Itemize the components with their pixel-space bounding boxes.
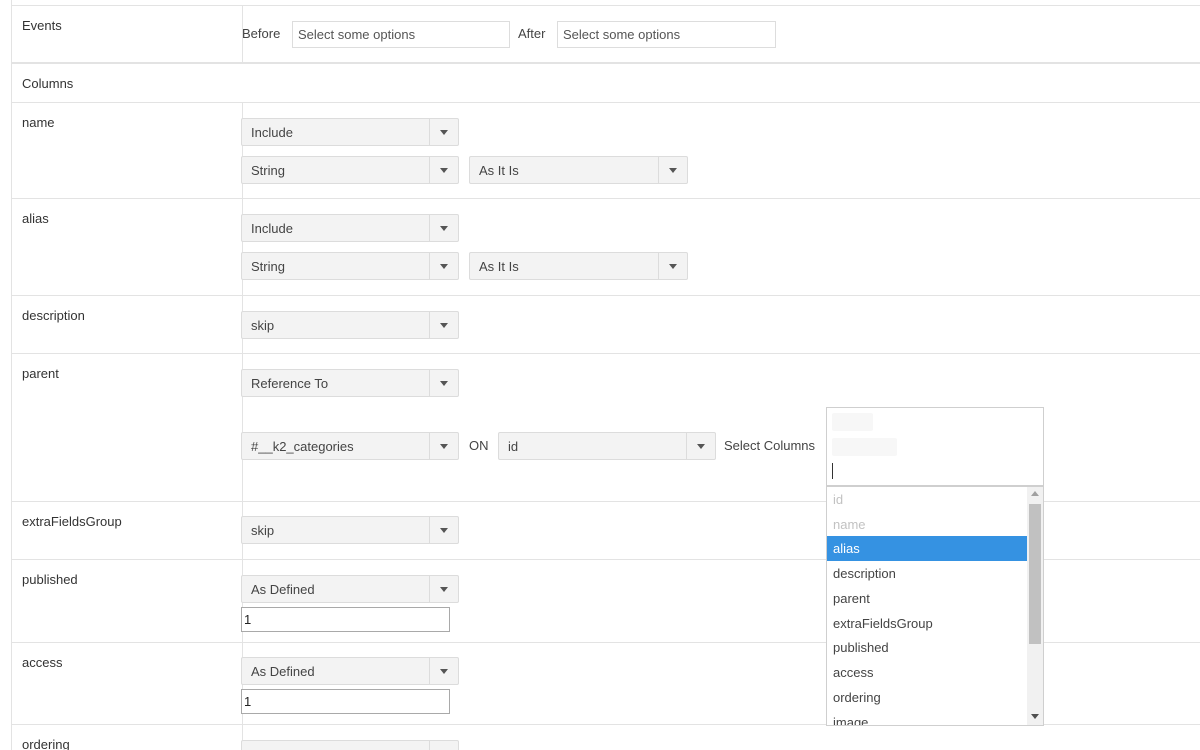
select-value: As It Is: [479, 259, 519, 274]
select-separator: [429, 215, 430, 241]
column-name-label: name: [22, 115, 55, 130]
column-description-label: description: [22, 308, 85, 323]
select-separator: [686, 433, 687, 459]
scroll-up-arrow-icon[interactable]: [1031, 491, 1039, 496]
select-value: String: [251, 259, 285, 274]
events-row: Events Before After: [12, 6, 1200, 64]
chevron-down-icon: [669, 168, 677, 173]
select-separator: [429, 119, 430, 145]
select-value: Include: [251, 221, 293, 236]
events-label: Events: [22, 18, 62, 33]
select-separator: [429, 370, 430, 396]
before-label: Before: [242, 26, 281, 41]
chevron-down-icon: [440, 444, 448, 449]
parent-mode-select[interactable]: Reference To: [241, 369, 459, 397]
access-default-input[interactable]: [241, 689, 450, 714]
select-separator: [429, 576, 430, 602]
select-columns-multiselect[interactable]: [826, 407, 1044, 486]
select-separator: [429, 312, 430, 338]
access-mode-select[interactable]: As Defined: [241, 657, 459, 685]
published-mode-select[interactable]: As Defined: [241, 575, 459, 603]
after-label: After: [518, 26, 546, 41]
parent-on-column-select[interactable]: id: [498, 432, 716, 460]
select-separator: [429, 741, 430, 750]
select-value: id: [508, 439, 519, 454]
select-separator: [429, 517, 430, 543]
select-separator: [429, 658, 430, 684]
name-transform-select[interactable]: As It Is: [469, 156, 688, 184]
column-ordering-label: ordering: [22, 737, 70, 750]
ordering-mode-select[interactable]: [241, 740, 459, 750]
chevron-down-icon: [669, 264, 677, 269]
column-row-ordering: ordering: [12, 725, 1200, 750]
select-separator: [429, 433, 430, 459]
alias-mode-select[interactable]: Include: [241, 214, 459, 242]
dropdown-option[interactable]: description: [827, 561, 1027, 586]
columns-heading-row: Columns: [12, 64, 1200, 103]
column-access-label: access: [22, 655, 63, 670]
description-mode-select[interactable]: skip: [241, 311, 459, 339]
before-events-input[interactable]: [292, 21, 510, 48]
dropdown-option[interactable]: published: [827, 635, 1027, 660]
chevron-down-icon: [440, 381, 448, 386]
chevron-down-icon: [440, 587, 448, 592]
select-value: Reference To: [251, 376, 329, 391]
select-value: skip: [251, 318, 275, 333]
name-type-select[interactable]: String: [241, 156, 459, 184]
on-label: ON: [469, 438, 489, 453]
select-value: String: [251, 163, 285, 178]
dropdown-option[interactable]: ordering: [827, 685, 1027, 710]
chevron-down-icon: [440, 226, 448, 231]
chevron-down-icon: [697, 444, 705, 449]
chevron-down-icon: [440, 323, 448, 328]
dropdown-option[interactable]: image: [827, 710, 1027, 725]
parent-table-select[interactable]: #__k2_categories: [241, 432, 459, 460]
chevron-down-icon: [440, 669, 448, 674]
select-separator: [429, 253, 430, 279]
select-value: #__k2_categories: [251, 439, 354, 454]
select-columns-label: Select Columns: [724, 438, 816, 453]
dropdown-option: name: [833, 517, 866, 532]
scroll-down-arrow-icon[interactable]: [1031, 714, 1039, 719]
column-published-label: published: [22, 572, 78, 587]
column-row-name: name Include String As It Is: [12, 103, 1200, 199]
select-separator: [429, 157, 430, 183]
select-value: As Defined: [251, 582, 315, 597]
select-value: Include: [251, 125, 293, 140]
select-separator: [658, 157, 659, 183]
selected-choice[interactable]: [832, 438, 897, 456]
text-cursor: [832, 463, 833, 479]
scrollbar-thumb[interactable]: [1029, 504, 1041, 644]
columns-heading: Columns: [22, 76, 74, 91]
column-parent-label: parent: [22, 366, 59, 381]
column-row-description: description skip: [12, 296, 1200, 354]
chevron-down-icon: [440, 528, 448, 533]
chevron-down-icon: [440, 264, 448, 269]
dropdown-option[interactable]: alias: [827, 536, 1027, 561]
dropdown-option[interactable]: access: [827, 660, 1027, 685]
select-value: As It Is: [479, 163, 519, 178]
select-value: skip: [251, 523, 275, 538]
dropdown-option[interactable]: extraFieldsGroup: [827, 611, 1027, 636]
published-default-input[interactable]: [241, 607, 450, 632]
select-value: As Defined: [251, 664, 315, 679]
name-mode-select[interactable]: Include: [241, 118, 459, 146]
column-row-alias: alias Include String As It Is: [12, 199, 1200, 296]
column-alias-label: alias: [22, 211, 49, 226]
dropdown-scrollbar[interactable]: [1027, 487, 1043, 725]
alias-transform-select[interactable]: As It Is: [469, 252, 688, 280]
selected-choice[interactable]: [832, 413, 873, 431]
dropdown-option[interactable]: parent: [827, 586, 1027, 611]
dropdown-option: id: [833, 492, 844, 507]
chevron-down-icon: [440, 130, 448, 135]
alias-type-select[interactable]: String: [241, 252, 459, 280]
extrafieldsgroup-mode-select[interactable]: skip: [241, 516, 459, 544]
column-extrafieldsgroup-label: extraFieldsGroup: [22, 514, 122, 529]
select-columns-dropdown[interactable]: id name alias description parent extraFi…: [826, 486, 1044, 726]
select-separator: [658, 253, 659, 279]
after-events-input[interactable]: [557, 21, 776, 48]
chevron-down-icon: [440, 168, 448, 173]
